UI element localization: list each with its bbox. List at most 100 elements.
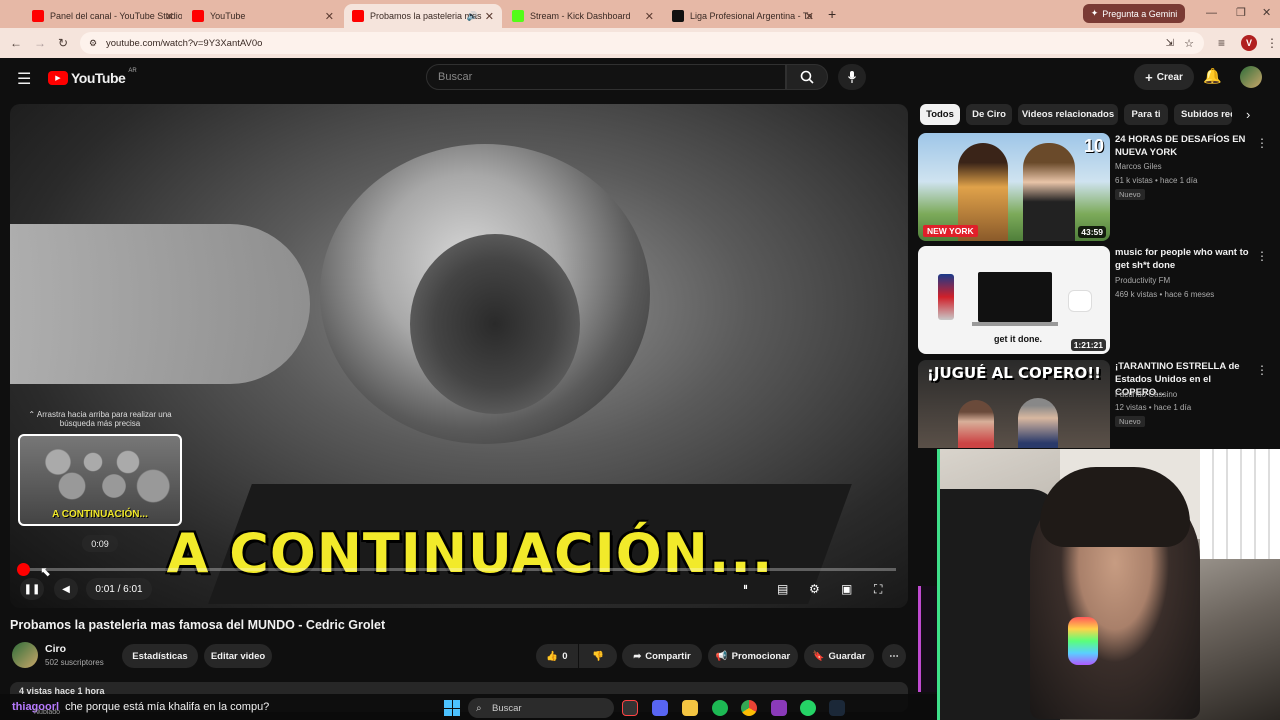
site-info-icon[interactable]: ⚙ — [89, 38, 97, 49]
notifications-bell-icon[interactable]: 🔔 — [1203, 67, 1222, 85]
autoplay-toggle-icon[interactable]: ⏸ — [743, 582, 748, 593]
close-tab-icon[interactable]: ✕ — [805, 10, 814, 23]
maximize-window-icon[interactable]: ❐ — [1236, 6, 1246, 19]
file-explorer-icon[interactable] — [682, 700, 698, 716]
search-icon — [800, 70, 814, 84]
taskbar-search-input[interactable]: ⌕ Buscar — [468, 698, 614, 718]
video-menu-icon[interactable]: ⋮ — [1256, 363, 1268, 377]
chip-todos[interactable]: Todos — [920, 104, 960, 125]
settings-gear-icon[interactable]: ⚙ — [809, 582, 820, 596]
spotify-icon[interactable] — [712, 700, 728, 716]
share-button[interactable]: ➦ Compartir — [622, 644, 702, 668]
youtube-logo[interactable]: ▶ YouTube AR — [48, 68, 137, 86]
close-tab-icon[interactable]: ✕ — [165, 10, 174, 23]
microphone-icon — [848, 71, 856, 83]
save-button[interactable]: 🔖 Guardar — [804, 644, 874, 668]
video-player[interactable]: ⌃ Arrastra hacia arriba para realizar un… — [10, 104, 908, 608]
reload-icon[interactable]: ↻ — [58, 35, 68, 51]
channel-avatar[interactable] — [12, 642, 38, 668]
related-video-title[interactable]: 24 HORAS DE DESAFÍOS EN NUEVA YORK — [1115, 133, 1257, 159]
related-video-thumbnail[interactable]: 10 NEW YORK 43:59 — [918, 133, 1110, 241]
miniplayer-icon[interactable]: ▣ — [841, 582, 852, 596]
tab-liga-profesional[interactable]: Liga Profesional Argentina - Ta ✕ — [664, 4, 822, 28]
like-button[interactable]: 👍 0 — [536, 644, 578, 668]
install-app-icon[interactable]: ⇲ — [1166, 38, 1174, 49]
forward-arrow-icon[interactable]: → — [34, 35, 46, 51]
profile-avatar[interactable]: V — [1241, 35, 1257, 51]
new-tab-button[interactable]: + — [828, 6, 836, 22]
thumb-person-2 — [1023, 143, 1075, 241]
streamer-webcam — [937, 449, 1280, 720]
close-tab-icon[interactable]: ✕ — [645, 10, 654, 23]
tab-kick-dashboard[interactable]: Stream - Kick Dashboard ✕ — [504, 4, 662, 28]
promote-button[interactable]: 📢 Promocionar — [708, 644, 798, 668]
subtitles-icon[interactable]: ▤ — [777, 582, 788, 596]
stats-button[interactable]: Estadísticas — [122, 644, 198, 668]
recording-app-icon[interactable] — [622, 700, 638, 716]
voice-search-button[interactable] — [838, 64, 866, 90]
next-video-preview[interactable]: A CONTINUACIÓN... — [18, 434, 182, 526]
pause-button[interactable]: ❚❚ — [20, 578, 44, 600]
channel-name[interactable]: Ciro — [45, 643, 66, 655]
progress-bar[interactable] — [22, 568, 896, 571]
related-video-thumbnail[interactable]: get it done. 1:21:21 — [918, 246, 1110, 354]
more-actions-button[interactable]: ⋯ — [882, 644, 906, 668]
cam-hair — [1040, 467, 1190, 547]
video-duration: 1:21:21 — [1070, 339, 1106, 351]
megaphone-icon: 📢 — [715, 650, 728, 662]
chip-videos-relacionados[interactable]: Videos relacionados — [1018, 104, 1118, 125]
chip-subidos-recientemente[interactable]: Subidos rec — [1174, 104, 1232, 125]
related-video-channel[interactable]: Marcos Giles — [1115, 162, 1162, 171]
steam-icon[interactable] — [829, 700, 845, 716]
create-button[interactable]: + Crear — [1134, 64, 1194, 90]
account-avatar[interactable] — [1240, 66, 1262, 88]
back-arrow-icon[interactable]: ← — [10, 35, 22, 51]
related-video-channel[interactable]: Facundo Cassino — [1115, 390, 1177, 399]
bookmark-star-icon[interactable]: ☆ — [1184, 37, 1194, 50]
chrome-icon[interactable] — [741, 700, 757, 716]
stream-overlay-bar — [918, 586, 937, 692]
volume-icon: ◀ — [62, 583, 70, 595]
whatsapp-icon[interactable] — [800, 700, 816, 716]
reading-list-icon[interactable]: ≡ — [1218, 35, 1225, 51]
close-window-icon[interactable]: ✕ — [1262, 6, 1271, 19]
youtube-play-logo-icon: ▶ — [48, 71, 68, 85]
related-video-thumbnail[interactable]: ¡JUGUÉ AL COPERO!! — [918, 360, 1110, 448]
speaker-icon[interactable]: 🔊 — [467, 11, 478, 22]
video-menu-icon[interactable]: ⋮ — [1256, 136, 1268, 150]
youtube-favicon-icon — [32, 10, 44, 22]
minimize-window-icon[interactable]: — — [1206, 7, 1217, 19]
thumb-can — [938, 274, 954, 320]
search-input[interactable]: Buscar — [426, 64, 786, 90]
close-tab-icon[interactable]: ✕ — [485, 10, 494, 23]
thumb-laptop — [978, 272, 1052, 322]
app-icon[interactable] — [771, 700, 787, 716]
scrubber-handle[interactable] — [17, 563, 30, 576]
edit-video-button[interactable]: Editar video — [204, 644, 272, 668]
chip-de-ciro[interactable]: De Ciro — [966, 104, 1012, 125]
hamburger-menu-icon[interactable]: ☰ — [17, 69, 31, 89]
related-video-channel[interactable]: Productivity FM — [1115, 276, 1170, 285]
fullscreen-icon[interactable]: ⛶ — [874, 582, 882, 597]
new-badge: Nuevo — [1115, 416, 1145, 427]
tab-youtube-studio[interactable]: Panel del canal - YouTube Studio ✕ — [24, 4, 182, 28]
thumb-location-label: NEW YORK — [923, 225, 978, 237]
discord-icon[interactable] — [652, 700, 668, 716]
dislike-button[interactable]: 👎 — [579, 644, 617, 668]
close-tab-icon[interactable]: ✕ — [325, 10, 334, 23]
search-placeholder: Buscar — [438, 71, 473, 83]
windows-start-icon[interactable] — [444, 700, 460, 716]
tab-youtube[interactable]: YouTube ✕ — [184, 4, 342, 28]
related-video-title[interactable]: music for people who want to get sh*t do… — [1115, 246, 1257, 272]
gemini-sparkle-icon: ✦ — [1090, 8, 1099, 18]
chrome-menu-icon[interactable]: ⋮ — [1266, 35, 1278, 51]
mouse-cursor-icon: ⬉ — [40, 564, 51, 579]
mute-button[interactable]: ◀ — [54, 578, 78, 600]
chips-next-arrow-icon[interactable]: › — [1246, 107, 1250, 122]
search-button[interactable] — [786, 64, 828, 90]
video-menu-icon[interactable]: ⋮ — [1256, 249, 1268, 263]
address-bar[interactable]: ⚙ youtube.com/watch?v=9Y3XantAV0o ⇲ ☆ — [80, 32, 1204, 54]
chip-para-ti[interactable]: Para ti — [1124, 104, 1168, 125]
gemini-button[interactable]: ✦ Pregunta a Gemini — [1083, 4, 1185, 23]
tab-current-video[interactable]: Probamos la pasteleria mas 🔊 ✕ — [344, 4, 502, 28]
